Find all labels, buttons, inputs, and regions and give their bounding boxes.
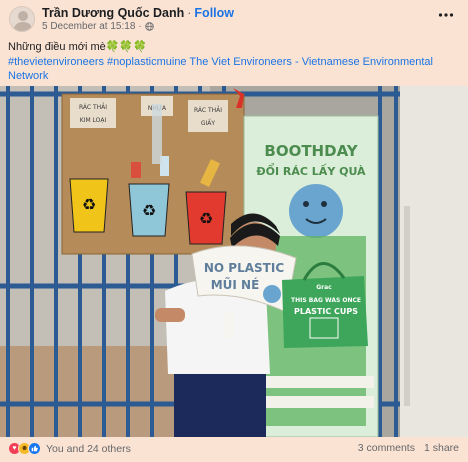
- post-header: Trần Dương Quốc Danh · Follow 5 December a…: [0, 0, 468, 38]
- caption-line: Những điều mới mè🍀🍀🍀: [8, 40, 460, 54]
- post-footer: ♥ ☻ You and 24 others 3 comments 1 share: [0, 437, 468, 462]
- engagement-counts: 3 comments 1 share: [358, 442, 459, 454]
- author-name[interactable]: Trần Dương Quốc Danh: [42, 6, 184, 20]
- poster-title: BOOTHDAY: [264, 142, 358, 160]
- sign-line2: MŨI NÉ: [211, 277, 260, 292]
- comments-count[interactable]: 3 comments: [358, 442, 415, 454]
- poster-subtitle: ĐỔI RÁC LẤY QUÀ: [256, 163, 366, 178]
- caption-hashtags[interactable]: #thevietenvironeers #noplasticmuine The …: [8, 55, 460, 83]
- reactions-summary[interactable]: ♥ ☻ You and 24 others: [8, 442, 131, 455]
- post-caption: Những điều mới mè🍀🍀🍀 #thevietenvironeers…: [8, 40, 460, 83]
- svg-text:Grac: Grac: [316, 284, 332, 291]
- more-options-icon[interactable]: [436, 9, 456, 23]
- bin-label-paper: [188, 100, 228, 132]
- svg-text:RÁC THẢI: RÁC THẢI: [194, 106, 222, 114]
- svg-text:THIS BAG WAS ONCE: THIS BAG WAS ONCE: [291, 297, 361, 304]
- svg-text:♻: ♻: [82, 195, 96, 214]
- globe-icon[interactable]: [145, 22, 154, 31]
- post-timestamp[interactable]: 5 December at 15:18: [42, 21, 135, 32]
- meta-separator: ·: [138, 21, 142, 32]
- svg-text:♻: ♻: [142, 201, 156, 220]
- shares-count[interactable]: 1 share: [424, 442, 459, 454]
- svg-text:♻: ♻: [199, 209, 213, 228]
- author-separator: ·: [187, 6, 192, 20]
- avatar[interactable]: [9, 6, 35, 32]
- svg-text:KIM LOẠI: KIM LOẠI: [80, 117, 107, 124]
- avatar-head-shape: [18, 11, 28, 21]
- reactions-label: You and 24 others: [46, 442, 131, 455]
- svg-text:GIẤY: GIẤY: [201, 119, 216, 127]
- post-photo[interactable]: RÁC THẢI KIM LOẠI NHỰA RÁC THẢI GIẤY ♻ ♻…: [0, 86, 468, 437]
- author-line: Trần Dương Quốc Danh · Follow: [42, 6, 234, 20]
- sign-line1: NO PLASTIC: [204, 261, 284, 275]
- follow-button[interactable]: Follow: [194, 6, 234, 20]
- photo-illustration: RÁC THẢI KIM LOẠI NHỰA RÁC THẢI GIẤY ♻ ♻…: [0, 86, 468, 437]
- caption-text: Những điều mới mè: [8, 41, 106, 53]
- avatar-body-shape: [14, 22, 32, 31]
- caption-emoji: 🍀🍀🍀: [105, 41, 147, 53]
- svg-text:PLASTIC CUPS: PLASTIC CUPS: [294, 307, 358, 316]
- post-meta: 5 December at 15:18 ·: [42, 21, 154, 32]
- like-icon: [28, 442, 41, 455]
- svg-text:RÁC THẢI: RÁC THẢI: [79, 103, 107, 111]
